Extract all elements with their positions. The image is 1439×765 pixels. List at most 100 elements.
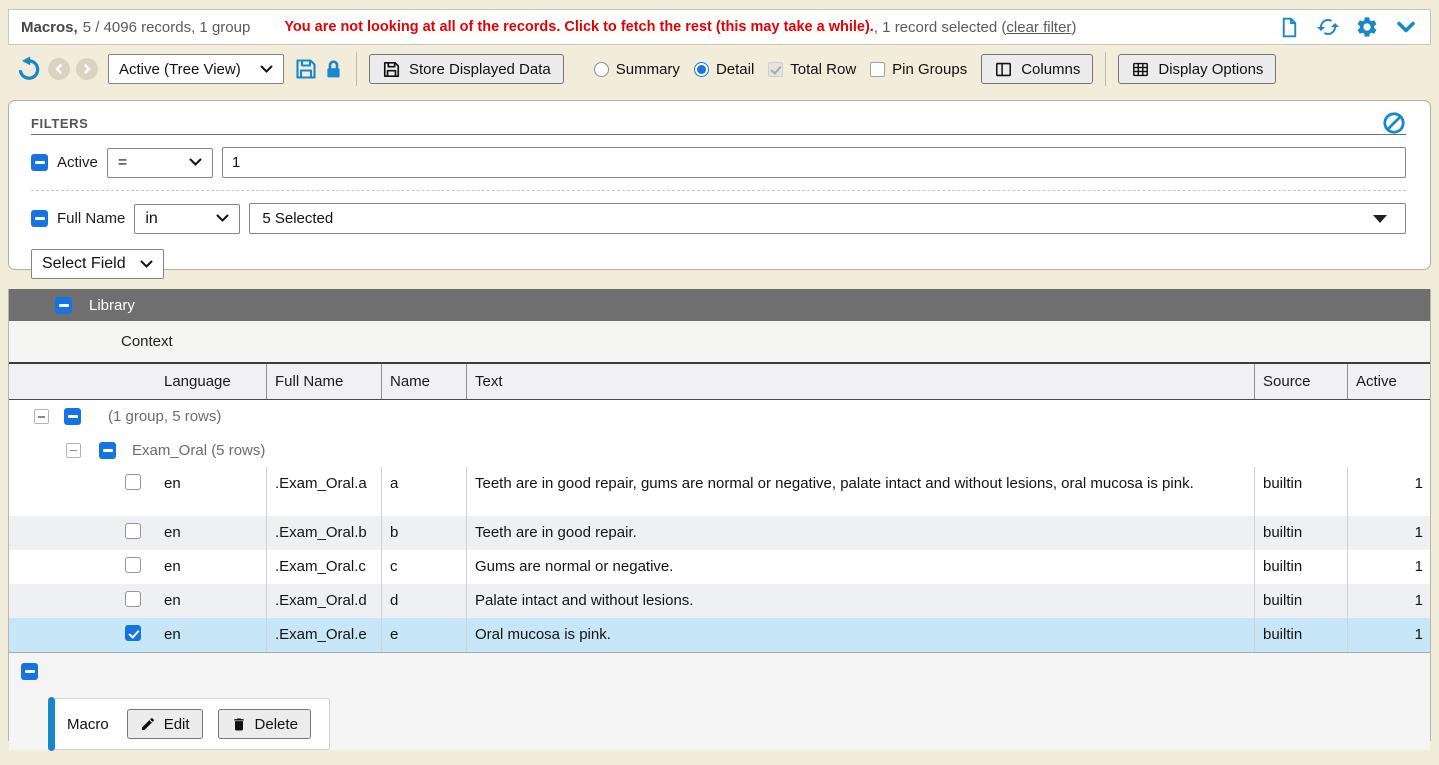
cell-language: en — [156, 550, 266, 584]
store-displayed-data-button[interactable]: Store Displayed Data — [369, 54, 564, 84]
column-header-language[interactable]: Language — [156, 364, 266, 399]
filter-separator — [31, 190, 1406, 191]
cell-full-name: .Exam_Oral.b — [266, 516, 381, 550]
summary-radio[interactable] — [594, 62, 609, 77]
filter-field-label: Full Name — [57, 210, 125, 227]
filter-operator-value: = — [118, 154, 127, 172]
view-selector-value: Active (Tree View) — [119, 61, 241, 78]
table-row-selected[interactable]: en .Exam_Oral.e e Oral mucosa is pink. b… — [9, 618, 1430, 652]
column-header-text[interactable]: Text — [466, 364, 1254, 399]
filter-operator-select[interactable]: = — [107, 148, 213, 178]
new-file-icon[interactable] — [1278, 16, 1301, 39]
cell-active: 1 — [1347, 584, 1430, 618]
store-button-label: Store Displayed Data — [409, 61, 551, 78]
delete-button[interactable]: Delete — [218, 709, 311, 739]
checkbox-column-header — [9, 364, 156, 399]
filter-row-full-name: Full Name in 5 Selected — [31, 203, 1406, 234]
cell-source: builtin — [1254, 618, 1347, 652]
row-checkbox[interactable] — [125, 474, 141, 490]
pin-groups-checkbox[interactable] — [870, 62, 885, 77]
chevron-down-icon[interactable] — [1394, 15, 1418, 39]
select-field-dropdown[interactable]: Select Field — [31, 249, 164, 279]
cell-language: en — [156, 467, 266, 516]
table-row[interactable]: en .Exam_Oral.a a Teeth are in good repa… — [9, 467, 1430, 516]
filter-value-input[interactable] — [222, 147, 1406, 178]
undo-icon[interactable] — [16, 56, 42, 82]
forward-icon[interactable] — [76, 58, 98, 80]
filter-multiselect[interactable]: 5 Selected — [249, 203, 1406, 234]
cell-source: builtin — [1254, 550, 1347, 584]
refresh-icon[interactable] — [1316, 15, 1340, 39]
cell-full-name: .Exam_Oral.a — [266, 467, 381, 516]
context-row: Context — [9, 321, 1430, 362]
cell-full-name: .Exam_Oral.e — [266, 618, 381, 652]
row-checkbox[interactable] — [125, 523, 141, 539]
display-options-button[interactable]: Display Options — [1118, 54, 1276, 84]
table-row[interactable]: en .Exam_Oral.b b Teeth are in good repa… — [9, 516, 1430, 550]
header-bar: Macros, 5 / 4096 records, 1 group You ar… — [8, 9, 1431, 45]
toolbar: Active (Tree View) Store Displayed Data … — [8, 50, 1431, 88]
cell-text: Gums are normal or negative. — [466, 550, 1254, 584]
disable-filters-icon[interactable] — [1382, 111, 1406, 135]
edit-button[interactable]: Edit — [127, 709, 203, 739]
detail-radio[interactable] — [694, 62, 709, 77]
toolbar-divider — [356, 52, 357, 86]
total-row-label: Total Row — [790, 61, 856, 78]
gear-icon[interactable] — [1355, 15, 1379, 39]
cell-name: c — [381, 550, 466, 584]
macro-panel-label: Macro — [67, 716, 109, 733]
columns-button[interactable]: Columns — [981, 54, 1093, 84]
cell-language: en — [156, 584, 266, 618]
cell-full-name: .Exam_Oral.d — [266, 584, 381, 618]
filter-multiselect-value: 5 Selected — [262, 210, 333, 227]
header-icons — [1278, 15, 1418, 39]
table-row[interactable]: en .Exam_Oral.d d Palate intact and with… — [9, 584, 1430, 618]
row-checkbox-checked[interactable] — [125, 625, 141, 641]
table-footer: Macro Edit Delete — [9, 652, 1430, 750]
selected-info-close: ) — [1071, 19, 1076, 36]
subgroup-minus-icon[interactable] — [99, 442, 116, 459]
filter-operator-select[interactable]: in — [134, 204, 240, 234]
remove-filter-icon[interactable] — [31, 210, 48, 227]
cell-language: en — [156, 618, 266, 652]
fetch-warning[interactable]: You are not looking at all of the record… — [284, 19, 874, 35]
display-options-icon — [1131, 60, 1150, 79]
view-selector[interactable]: Active (Tree View) — [108, 54, 284, 84]
tree-subgroup-row: Exam_Oral (5 rows) — [9, 433, 1430, 467]
columns-button-label: Columns — [1021, 61, 1080, 78]
select-field-label: Select Field — [42, 255, 126, 273]
clear-filter-link[interactable]: clear filter — [1006, 19, 1071, 36]
lock-icon[interactable] — [323, 58, 344, 81]
remove-filter-icon[interactable] — [31, 154, 48, 171]
filters-title: FILTERS — [31, 116, 88, 131]
display-options-label: Display Options — [1158, 61, 1263, 78]
root-minus-icon[interactable] — [64, 408, 81, 425]
cell-language: en — [156, 516, 266, 550]
cell-source: builtin — [1254, 584, 1347, 618]
dropdown-arrow-icon — [1373, 215, 1387, 223]
column-header-active[interactable]: Active — [1347, 364, 1430, 399]
collapse-subgroup-icon[interactable] — [66, 443, 81, 458]
cell-active: 1 — [1347, 467, 1430, 516]
filters-header: FILTERS — [31, 111, 1406, 135]
column-header-name[interactable]: Name — [381, 364, 466, 399]
collapse-root-icon[interactable] — [34, 409, 49, 424]
records-table: Library Context Language Full Name Name … — [8, 289, 1431, 741]
row-checkbox[interactable] — [125, 591, 141, 607]
total-row-checkbox[interactable] — [768, 62, 783, 77]
filter-field-label: Active — [57, 154, 98, 171]
cell-name: b — [381, 516, 466, 550]
cell-text: Teeth are in good repair, gums are norma… — [466, 467, 1254, 516]
save-view-icon[interactable] — [294, 57, 318, 81]
tree-root-label: (1 group, 5 rows) — [108, 408, 221, 425]
collapse-footer-icon[interactable] — [21, 663, 38, 680]
collapse-library-icon[interactable] — [55, 297, 72, 314]
column-header-full-name[interactable]: Full Name — [266, 364, 381, 399]
back-icon[interactable] — [48, 58, 70, 80]
table-row[interactable]: en .Exam_Oral.c c Gums are normal or neg… — [9, 550, 1430, 584]
select-field-row: Select Field — [31, 249, 1406, 279]
column-header-source[interactable]: Source — [1254, 364, 1347, 399]
row-checkbox[interactable] — [125, 557, 141, 573]
cell-text: Teeth are in good repair. — [466, 516, 1254, 550]
cell-full-name: .Exam_Oral.c — [266, 550, 381, 584]
